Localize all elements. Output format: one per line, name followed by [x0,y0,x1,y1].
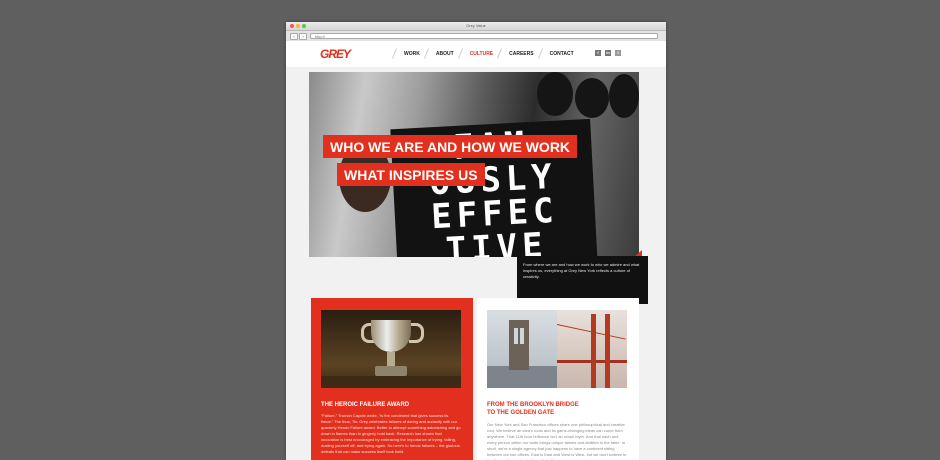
main-nav: WORK ABOUT CULTURE CAREERS CONTACT [394,41,580,67]
browser-window: Grey Value ‹ › http:// GREY WORK ABOUT C… [286,22,666,460]
card-brooklyn-golden-gate[interactable]: FROM THE BROOKLYN BRIDGE TO THE GOLDEN G… [477,298,639,460]
hero-heading-primary: WHO WE ARE AND HOW WE WORK [323,135,578,158]
trophy-image [321,310,461,388]
nav-item-about[interactable]: ABOUT [426,51,460,57]
card-title-line: FROM THE BROOKLYN BRIDGE [487,402,579,408]
nav-item-culture[interactable]: CULTURE [460,51,500,57]
card-title[interactable]: FROM THE BROOKLYN BRIDGE TO THE GOLDEN G… [487,401,632,417]
twitter-icon[interactable]: t [615,50,621,56]
hero-caption: From where we are and how we work to who… [517,256,648,304]
nav-item-careers[interactable]: CAREERS [499,51,539,57]
facebook-icon[interactable]: f [595,50,601,56]
bridges-image [487,310,627,388]
card-body: "Failure," Truman Capote wrote, "is the … [321,413,461,454]
linkedin-icon[interactable]: in [605,50,611,56]
card-body: Our New York and San Francisco offices s… [487,422,627,460]
hero-image: FAM OUSLY EFFEC TIVE WHO WE ARE AND HOW … [309,72,639,257]
grey-logo[interactable]: GREY [320,47,351,61]
card-title-line: TO THE GOLDEN GATE [487,410,555,416]
site-header: GREY WORK ABOUT CULTURE CAREERS CONTACT … [286,41,666,67]
browser-title-bar: Grey Value [286,22,666,31]
window-title: Grey Value [466,23,486,28]
card-title[interactable]: THE HEROIC FAILURE AWARD [321,401,466,409]
address-bar[interactable]: http:// [310,33,658,39]
hero-heading-secondary: WHAT INSPIRES US [337,163,485,186]
social-links: f in t [595,50,621,56]
nav-item-contact[interactable]: CONTACT [540,51,580,57]
forward-icon[interactable]: › [299,33,307,40]
nav-item-work[interactable]: WORK [394,51,426,57]
card-heroic-failure[interactable]: THE HEROIC FAILURE AWARD "Failure," Trum… [311,298,473,460]
back-icon[interactable]: ‹ [290,33,298,40]
